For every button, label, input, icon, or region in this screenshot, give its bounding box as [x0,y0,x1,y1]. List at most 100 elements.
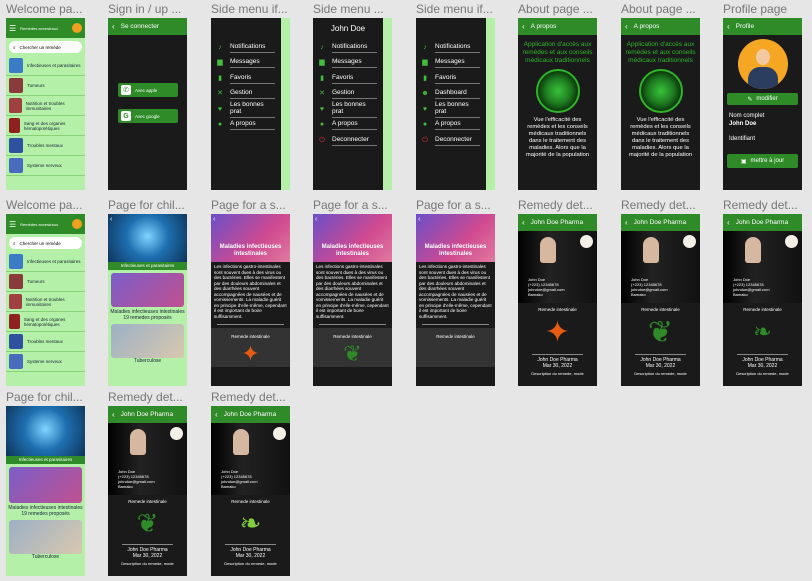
slider-track[interactable] [422,324,489,325]
category-card[interactable]: ‹ Infectieuses et parasitaires [108,214,187,270]
back-icon[interactable]: ‹ [213,216,215,223]
thumb [9,254,23,269]
list-item[interactable]: Infectieuses et parasitaires [6,252,85,272]
disease-image[interactable] [9,520,82,554]
frame-title: Welcome pa... [6,198,83,212]
menu-a-propos[interactable]: ● A propos [313,118,383,134]
menu-gestion[interactable]: ✕ Gestion [313,87,383,103]
menu-notifications[interactable]: ♪ Notifications [416,40,486,56]
slider-track[interactable] [225,544,276,545]
app-bar: ‹ John Doe Pharma [211,406,290,423]
remedy-image[interactable]: ✦ [518,312,597,352]
avatar[interactable] [785,235,798,248]
menu-favoris[interactable]: ▮ Favoris [211,71,281,87]
edit-button[interactable]: ✎ modifier [727,93,798,105]
menu-messages[interactable]: ▆ Messages [416,56,486,72]
remedy-image[interactable] [416,341,495,367]
menu-deconnecter[interactable]: ⏻ Deconnecter [313,133,383,149]
update-button[interactable]: ▣ mettre à jour [727,154,798,168]
disease-image[interactable] [9,467,82,503]
back-icon[interactable]: ‹ [112,22,115,31]
avatar[interactable] [170,427,183,440]
menu-messages[interactable]: ▆ Messages [313,56,383,72]
menu-bonnes-pratiques[interactable]: ♥ Les bonnes prat [211,101,281,119]
slider-track[interactable] [122,544,173,545]
back-icon[interactable]: ‹ [315,216,317,223]
back-icon[interactable]: ‹ [727,218,730,227]
card-label: Infectieuses et parasitaires [6,456,85,464]
remedy-image[interactable]: ✦ [211,341,290,367]
list-item[interactable]: Infectieuses et parasitaires [6,56,85,76]
list-item[interactable]: Sang et des organes hématopoïétiques [6,116,85,136]
slider-track[interactable] [635,354,686,355]
menu-notifications[interactable]: ♪ Notifications [313,40,383,56]
remedy-image[interactable]: ❦ [621,312,700,352]
remedy-image[interactable]: ❦ [313,341,392,367]
search-area: ⌕ Chercher un remède [6,234,85,252]
remedy-image[interactable]: ❦ [108,504,187,542]
leaf-icon: ✦ [241,341,260,366]
remedy-image[interactable]: ❧ [211,504,290,542]
menu-a-propos[interactable]: ● A propos [211,118,281,134]
frame-title: Page for a s... [211,198,286,212]
google-button[interactable]: G Avec google [118,109,178,123]
search-input[interactable]: ⌕ Chercher un remède [9,237,82,249]
list-item[interactable]: Nutrition et troubles immunitaires [6,96,85,116]
avatar[interactable] [72,23,82,33]
back-icon[interactable]: ‹ [215,410,218,419]
search-icon: ⌕ [13,44,16,50]
app-bar: ‹ A propos [621,18,700,35]
apple-button[interactable]: ✆ Avec apple [118,83,178,97]
back-icon[interactable]: ‹ [625,218,628,227]
hamburger-icon[interactable]: ☰ [9,220,16,229]
slider-track[interactable] [319,324,386,325]
slider-track[interactable] [737,354,788,355]
disease-image[interactable] [111,273,184,307]
date: Mar 30, 2022 [235,553,266,559]
menu-a-propos[interactable]: ● A propos [416,118,486,134]
menu-favoris[interactable]: ▮ Favoris [313,71,383,87]
screen: ‹ John Doe Pharma John Doe (+223) 1234567… [211,406,290,576]
back-icon[interactable]: ‹ [625,22,628,31]
list-item[interactable]: Systeme nerveux [6,156,85,176]
list-item[interactable]: Sang et des organes hématopoïétiques [6,312,85,332]
leaf-icon: ❧ [753,319,772,344]
back-icon[interactable]: ‹ [522,22,525,31]
back-icon[interactable]: ‹ [727,22,730,31]
menu-favoris[interactable]: ▮ Favoris [416,71,486,87]
avatar[interactable] [273,427,286,440]
list-item[interactable]: Troubles mentaux [6,332,85,352]
disease-image[interactable] [111,324,184,358]
slider-track[interactable] [217,324,284,325]
list-item[interactable]: Troubles mentaux [6,136,85,156]
back-icon[interactable]: ‹ [522,218,525,227]
menu-gestion[interactable]: ✕ Gestion [211,87,281,103]
menu-messages[interactable]: ▆ Messages [211,56,281,72]
menu-notifications[interactable]: ♪ Notifications [211,40,281,56]
thumb [9,354,23,369]
search-input[interactable]: ⌕ Chercher un remède [9,41,82,53]
avatar[interactable] [580,235,593,248]
remedy-image[interactable]: ❧ [723,312,802,352]
list-item[interactable]: Tumeurs [6,272,85,292]
back-icon[interactable]: ‹ [418,216,420,223]
remedy-description: Description du remede, mode [224,561,277,566]
slider-track[interactable] [532,354,583,355]
date: Mar 30, 2022 [645,363,676,369]
list-item[interactable]: Nutrition et troubles immunitaires [6,292,85,312]
leaf-icon: ❦ [136,507,159,538]
avatar[interactable] [72,219,82,229]
list-item[interactable]: Tumeurs [6,76,85,96]
back-icon[interactable]: ‹ [110,216,112,223]
menu-deconnecter[interactable]: ⏻ Deconnecter [416,133,486,149]
back-icon[interactable]: ‹ [112,410,115,419]
menu-dashboard[interactable]: ☻ Dashboard [416,87,486,103]
hamburger-icon[interactable]: ☰ [9,24,16,33]
menu-bonnes-pratiques[interactable]: ♥ Les bonnes prat [416,101,486,119]
screen: ♪ Notifications ▆ Messages ▮ Favoris ☻ Dashb… [416,18,495,190]
screen: ‹ A propos Application d'accès aux remède… [621,18,700,190]
list-item[interactable]: Systeme nerveux [6,352,85,372]
category-card[interactable]: Infectieuses et parasitaires [6,406,85,464]
menu-bonnes-pratiques[interactable]: ♥ Les bonnes prat [313,101,383,119]
avatar[interactable] [683,235,696,248]
